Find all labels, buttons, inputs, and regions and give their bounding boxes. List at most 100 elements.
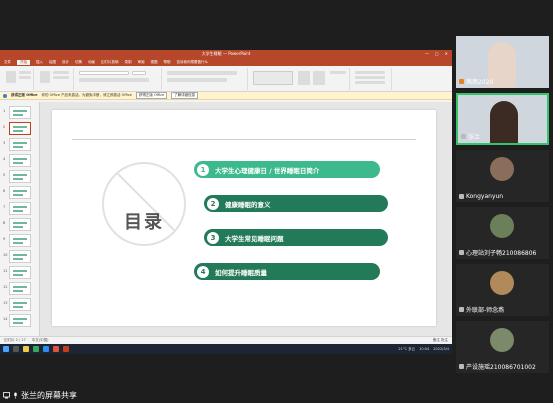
slide-thumbnail[interactable]: 12	[3, 282, 31, 295]
menu-tab-7[interactable]: 幻灯片放映	[101, 60, 119, 65]
thumbnail-content	[13, 142, 27, 144]
toc-item-label: 大学生心理健康日 / 世界睡眠日简介	[215, 166, 320, 175]
menu-tab-4[interactable]: 设计	[62, 60, 69, 65]
font-format-buttons[interactable]	[79, 78, 149, 82]
slide-thumbnail[interactable]: 11	[3, 266, 31, 279]
reset-button[interactable]	[53, 76, 69, 79]
quick-styles-button[interactable]	[313, 71, 325, 85]
slide-divider-line	[72, 139, 416, 140]
slide-thumbnail-number: 2	[3, 125, 6, 129]
menu-tab-9[interactable]: 审阅	[138, 60, 145, 65]
menu-tab-12[interactable]: 告诉我你想要做什么	[177, 60, 209, 65]
toc-item-number: 1	[197, 163, 209, 176]
toc-item-number: 2	[207, 197, 219, 210]
search-icon[interactable]	[13, 346, 19, 352]
thumbnail-content	[13, 110, 27, 112]
slide-thumbnail[interactable]: 1	[3, 106, 31, 119]
font-size-field[interactable]	[132, 71, 146, 75]
learn-more-button[interactable]: 了解详细信息	[171, 92, 199, 99]
slide-thumbnail[interactable]: 5	[3, 170, 31, 183]
slide-thumbnail[interactable]: 6	[3, 186, 31, 199]
shape-fill-button[interactable]	[330, 71, 346, 74]
menu-tab-1[interactable]: 开始	[17, 59, 30, 65]
menu-tab-6[interactable]: 动画	[88, 60, 95, 65]
copy-icon[interactable]	[19, 76, 31, 79]
shapes-gallery[interactable]	[253, 71, 293, 85]
avatar	[490, 214, 514, 238]
edge-icon[interactable]	[43, 346, 49, 352]
slide-thumbnail[interactable]: 2	[3, 122, 31, 135]
mic-icon	[459, 364, 464, 369]
participant-tile[interactable]: Kongyanyun	[456, 150, 549, 202]
select-button[interactable]	[355, 81, 385, 84]
participant-tile[interactable]: 心理站刘子畅210086806	[456, 207, 549, 259]
slide-thumbnail[interactable]: 10	[3, 250, 31, 263]
participant-name: 外联部-师念燕	[466, 307, 505, 314]
list-buttons[interactable]	[167, 71, 237, 75]
slide-thumbnail[interactable]: 3	[3, 138, 31, 151]
share-footer: 张兰的屏幕共享	[0, 388, 452, 403]
menu-tab-10[interactable]: 视图	[151, 60, 158, 65]
paste-icon[interactable]	[6, 71, 16, 83]
slide-canvas[interactable]: 目录 1 大学生心理健康日 / 世界睡眠日简介 2 健康睡眠的意义 3 大学生常见睡眠问题…	[52, 110, 436, 326]
clock-date[interactable]: 2022/3/4	[433, 347, 449, 351]
minimize-button[interactable]: —	[425, 51, 429, 56]
menu-tab-0[interactable]: 文件	[4, 60, 11, 65]
cut-icon[interactable]	[19, 71, 31, 74]
notes-comments[interactable]: 备注 批注	[433, 338, 448, 343]
participant-tile[interactable]: 茜茜2020	[456, 36, 549, 88]
mic-icon	[14, 392, 17, 399]
thumbnail-content	[13, 286, 27, 288]
language-indicator: 中文(中国)	[31, 338, 49, 342]
arrange-button[interactable]	[298, 71, 310, 85]
activation-infobar: 获得正版 Office 你的 Office 产品未激活。为避免中断，请立即激活 …	[0, 92, 452, 100]
slide-thumbnail[interactable]: 14	[3, 314, 31, 327]
slide-thumbnail-number: 4	[3, 157, 6, 161]
weather-label[interactable]: 21°C 多云	[398, 347, 415, 352]
clock-time[interactable]: 10:04	[419, 347, 429, 351]
ribbon-group-editing	[352, 68, 392, 90]
slide-thumbnail[interactable]: 9	[3, 234, 31, 247]
menu-tab-2[interactable]: 插入	[36, 60, 43, 65]
find-button[interactable]	[355, 71, 385, 74]
slide-thumbnail[interactable]: 4	[3, 154, 31, 167]
participant-video-person	[490, 101, 518, 143]
thumbnail-content	[13, 274, 23, 276]
windows-start-icon[interactable]	[3, 346, 9, 352]
ppt-menubar: 文件 开始 插入 绘图 设计 切换 动画 幻灯片放映 录制 审阅 视图 帮助 告诉我你想要做什么	[0, 58, 452, 66]
slide-thumbnail[interactable]: 8	[3, 218, 31, 231]
new-slide-icon[interactable]	[40, 71, 50, 83]
menu-tab-3[interactable]: 绘图	[49, 60, 56, 65]
layout-button[interactable]	[53, 71, 69, 74]
thumbnail-content	[13, 146, 23, 148]
menu-tab-11[interactable]: 帮助	[164, 60, 171, 65]
thumbnail-content	[13, 178, 23, 180]
toc-item-label: 如何提升睡眠质量	[215, 268, 267, 277]
participant-tile[interactable]: 张兰	[456, 93, 549, 145]
thumbnail-content	[13, 254, 27, 256]
align-buttons[interactable]	[167, 78, 227, 82]
menu-tab-5[interactable]: 切换	[75, 60, 82, 65]
participant-name: 心理站刘子畅210086806	[466, 250, 537, 257]
participant-tile[interactable]: 产设施瑶210086701002	[456, 321, 549, 373]
ppt-ribbon	[0, 66, 452, 92]
maximize-button[interactable]: ▢	[435, 51, 439, 56]
chrome-icon[interactable]	[53, 346, 59, 352]
font-name-field[interactable]	[79, 71, 129, 75]
replace-button[interactable]	[355, 76, 385, 79]
thumbnail-content	[13, 318, 27, 320]
slide-thumbnail-number: 9	[3, 237, 6, 241]
slide-thumbnail[interactable]: 13	[3, 298, 31, 311]
slide-thumbnail-number: 12	[3, 285, 8, 289]
close-button[interactable]: ✕	[445, 51, 448, 56]
toc-item-3: 3 大学生常见睡眠问题	[204, 229, 388, 246]
slide-thumbnail[interactable]: 7	[3, 202, 31, 215]
participant-tile[interactable]: 外联部-师念燕	[456, 264, 549, 316]
menu-tab-8[interactable]: 录制	[125, 60, 132, 65]
meeting-window: 大学生睡眠 — PowerPoint — ▢ ✕ 文件 开始 插入 绘图 设计 切换 动画幻…	[0, 0, 553, 403]
file-explorer-icon[interactable]	[23, 346, 29, 352]
wechat-icon[interactable]	[33, 346, 39, 352]
powerpoint-icon[interactable]	[63, 346, 69, 352]
get-office-button[interactable]: 获得正版 Office	[135, 92, 168, 99]
thumbnail-content	[13, 206, 27, 208]
